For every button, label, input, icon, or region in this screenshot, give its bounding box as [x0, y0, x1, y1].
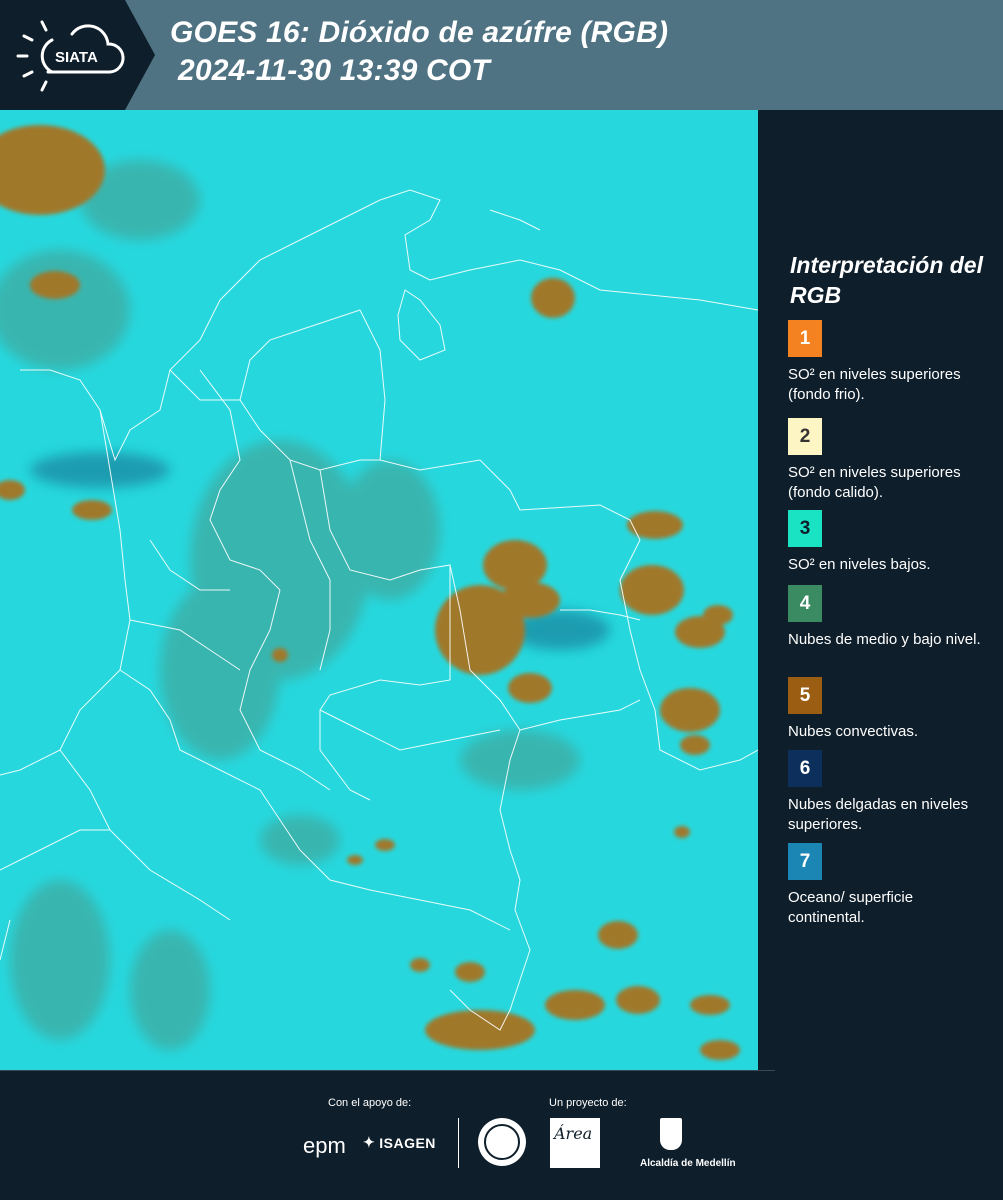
legend-item-1: 1 SO² en niveles superiores (fondo frio)…: [788, 320, 993, 405]
alcaldia-text: Alcaldía de Medellín: [640, 1158, 736, 1169]
project-label: Un proyecto de:: [549, 1097, 627, 1109]
legend-item-2: 2 SO² en niveles superiores (fondo calid…: [788, 418, 993, 503]
isagen-text: ISAGEN: [379, 1134, 436, 1151]
legend-text-6: Nubes delgadas en niveles superiores.: [788, 796, 969, 833]
legend-title: Interpretación del RGB: [790, 252, 983, 308]
legend-swatch-7: 7: [788, 843, 822, 880]
legend-panel: Interpretación del RGB 1 SO² en niveles …: [760, 110, 1003, 1070]
legend-text-1: SO² en niveles superiores (fondo frio).: [788, 366, 961, 403]
legend-text-4: Nubes de medio y bajo nivel.: [788, 631, 981, 648]
isagen-logo[interactable]: ✦ ISAGEN: [363, 1134, 436, 1151]
legend-text-3: SO² en niveles bajos.: [788, 556, 931, 573]
legend-text-2: SO² en niveles superiores (fondo calido)…: [788, 464, 961, 501]
universidad-seal-logo[interactable]: [478, 1118, 526, 1166]
legend-swatch-5: 5: [788, 677, 822, 714]
epm-logo[interactable]: epm: [303, 1133, 346, 1159]
seal-emblem-icon: [484, 1124, 520, 1160]
siata-logo[interactable]: SIATA: [0, 0, 155, 110]
area-logo-text: Área: [554, 1124, 593, 1143]
legend-item-3: 3 SO² en niveles bajos.: [788, 510, 993, 575]
footer-separator: [0, 1070, 775, 1071]
siata-logo-text: SIATA: [55, 49, 98, 66]
footer-divider: [458, 1118, 459, 1168]
legend-item-4: 4 Nubes de medio y bajo nivel.: [788, 585, 993, 650]
legend-text-5: Nubes convectivas.: [788, 723, 919, 740]
shield-icon: [660, 1118, 682, 1150]
page-title: GOES 16: Dióxido de azúfre (RGB) 2024-11…: [170, 14, 668, 90]
title-line-2: 2024-11-30 13:39 COT: [178, 54, 490, 87]
legend-swatch-3: 3: [788, 510, 822, 547]
legend-item-7: 7 Oceano/ superficie continental.: [788, 843, 993, 928]
area-metropolitana-logo[interactable]: Área: [550, 1118, 600, 1168]
legend-item-5: 5 Nubes convectivas.: [788, 677, 993, 742]
alcaldia-medellin-logo[interactable]: Alcaldía de Medellín: [640, 1118, 736, 1170]
isagen-icon: ✦: [363, 1134, 376, 1150]
legend-text-7: Oceano/ superficie continental.: [788, 889, 914, 926]
title-line-1: GOES 16: Dióxido de azúfre (RGB): [170, 16, 669, 49]
legend-item-6: 6 Nubes delgadas en niveles superiores.: [788, 750, 993, 835]
satellite-map[interactable]: [0, 110, 758, 1070]
legend-swatch-2: 2: [788, 418, 822, 455]
legend-swatch-6: 6: [788, 750, 822, 787]
support-label: Con el apoyo de:: [328, 1097, 412, 1109]
header-bar: SIATA GOES 16: Dióxido de azúfre (RGB) 2…: [0, 0, 1003, 110]
legend-swatch-1: 1: [788, 320, 822, 357]
legend-swatch-4: 4: [788, 585, 822, 622]
footer: Con el apoyo de: Un proyecto de: epm ✦ I…: [0, 1070, 1003, 1200]
